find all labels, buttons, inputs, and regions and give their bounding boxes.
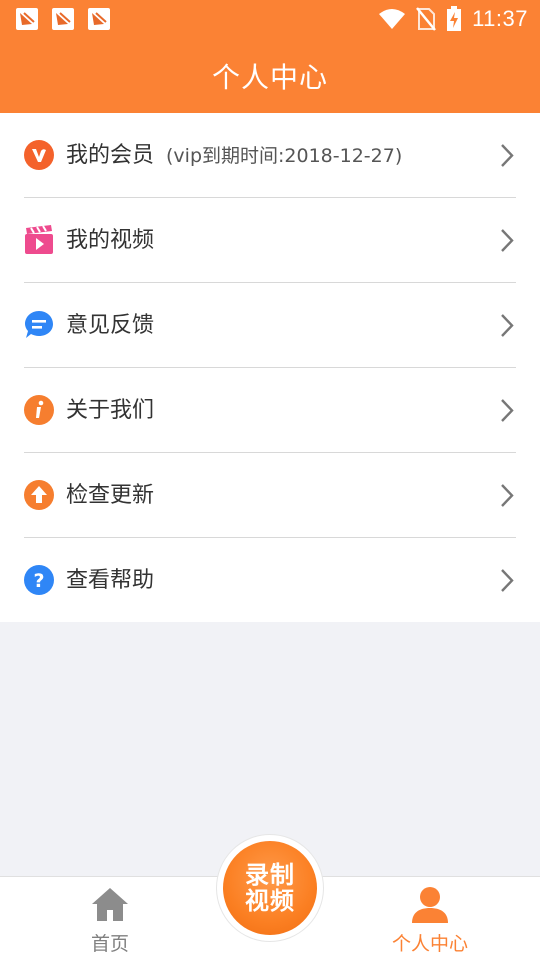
tab-home[interactable]: 首页 (40, 877, 180, 960)
chevron-right-icon (501, 314, 514, 337)
tab-profile[interactable]: 个人中心 (360, 877, 500, 960)
record-button-frame: 录制视频 (216, 834, 324, 942)
info-icon (24, 395, 54, 425)
chevron-right-icon (501, 144, 514, 167)
chevron-right-icon (501, 484, 514, 507)
menu-item-feedback[interactable]: 意见反馈 (0, 283, 540, 368)
menu-item-about-us[interactable]: 关于我们 (0, 368, 540, 453)
menu-item-help[interactable]: ? 查看帮助 (0, 538, 540, 623)
chevron-right-icon (501, 569, 514, 592)
menu-item-my-videos[interactable]: 我的视频 (0, 198, 540, 283)
video-clapper-icon (25, 225, 53, 254)
menu-item-check-update[interactable]: 检查更新 (0, 453, 540, 538)
record-video-button[interactable]: 录制视频 (223, 841, 317, 935)
app-notification-icon (16, 8, 38, 30)
menu-item-label: 意见反馈 (66, 313, 155, 338)
tab-home-label: 首页 (90, 933, 129, 955)
upload-arrow-icon (24, 480, 54, 510)
status-time: 11:37 (472, 6, 528, 31)
menu-item-membership[interactable]: 我的会员 (vip到期时间:2018-12-27) (0, 113, 540, 198)
svg-text:?: ? (33, 570, 44, 592)
user-icon (412, 887, 448, 923)
app-notification-icon (88, 8, 110, 30)
feedback-chat-icon (25, 311, 53, 338)
chevron-right-icon (501, 399, 514, 422)
menu-item-label: 检查更新 (66, 483, 155, 508)
chevron-right-icon (501, 229, 514, 252)
title-bar: 个人中心 (0, 38, 540, 113)
wifi-icon (379, 9, 406, 29)
vip-expiry-text: (vip到期时间:2018-12-27) (166, 145, 403, 167)
vip-icon (24, 140, 54, 170)
no-sim-icon (416, 7, 437, 31)
menu-item-label: 我的会员 (66, 143, 155, 168)
record-video-label: 录制视频 (245, 861, 295, 915)
home-icon (92, 888, 128, 921)
menu-item-label: 关于我们 (66, 398, 155, 423)
menu-item-label: 我的视频 (66, 228, 155, 253)
help-question-icon: ? (24, 565, 54, 595)
status-bar: 11:37 (0, 0, 540, 38)
battery-charging-icon (447, 6, 462, 31)
page-title: 个人中心 (211, 60, 328, 94)
tab-profile-label: 个人中心 (391, 933, 468, 955)
settings-menu: 我的会员 (vip到期时间:2018-12-27) 我的视频 意见反馈 关于我们 … (0, 113, 540, 622)
menu-item-label: 查看帮助 (66, 568, 155, 593)
app-notification-icon (52, 8, 74, 30)
